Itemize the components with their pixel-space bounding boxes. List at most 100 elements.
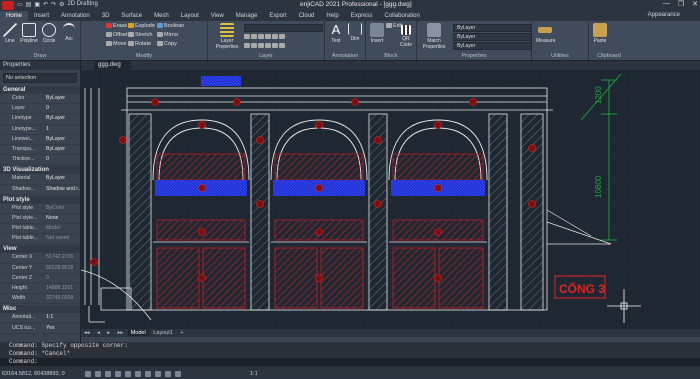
linetype-combo[interactable]: ByLayer xyxy=(453,33,532,41)
property-value[interactable]: 1:1 xyxy=(46,313,80,322)
offset-button[interactable]: Offset xyxy=(106,32,128,38)
otrack-toggle-icon[interactable] xyxy=(135,371,141,377)
tab-model[interactable]: Model xyxy=(127,330,149,336)
transparency-toggle-icon[interactable] xyxy=(155,371,161,377)
color-combo[interactable]: ByLayer xyxy=(453,24,532,32)
tab-express[interactable]: Express xyxy=(345,11,379,21)
property-value[interactable]: Not saved xyxy=(46,234,80,243)
snap-toggle-icon[interactable] xyxy=(85,371,91,377)
section-view[interactable]: View xyxy=(0,245,80,254)
osnap-toggle-icon[interactable] xyxy=(125,371,131,377)
property-row[interactable]: Annotati... 1:1 xyxy=(0,313,80,324)
workspace-gear-icon[interactable]: ⚙ xyxy=(59,1,64,8)
property-row[interactable]: Center X 51742.2726 xyxy=(0,253,80,264)
property-row[interactable]: Width 32740.0308 xyxy=(0,294,80,305)
dynamic-input-icon[interactable] xyxy=(175,371,181,377)
grid-toggle-icon[interactable] xyxy=(95,371,101,377)
command-input[interactable]: Command: xyxy=(0,358,700,366)
property-value[interactable]: ByLayer xyxy=(46,135,80,144)
arc-button[interactable]: Arc xyxy=(60,23,78,42)
property-row[interactable]: Shadow... Shadow and r... xyxy=(0,185,80,195)
tab-layout[interactable]: Layout xyxy=(175,11,205,21)
property-value[interactable]: 32740.0308 xyxy=(46,294,80,303)
property-value[interactable]: ByLayer xyxy=(46,145,80,154)
property-row[interactable]: Center Z 0 xyxy=(0,274,80,284)
ortho-toggle-icon[interactable] xyxy=(105,371,111,377)
layer-tool-icon[interactable] xyxy=(272,43,278,49)
property-value[interactable]: Shadow and r... xyxy=(46,185,80,194)
open-icon[interactable]: ▤ xyxy=(26,1,32,8)
property-value[interactable]: 14888.1161 xyxy=(46,284,80,293)
workspace-selector[interactable]: 2D Drafting xyxy=(67,1,97,8)
property-value[interactable]: Model xyxy=(46,224,80,233)
tab-help[interactable]: Help xyxy=(320,11,344,21)
layer-tool-icon[interactable] xyxy=(251,43,257,49)
property-row[interactable]: Thickne... 0 xyxy=(0,155,80,166)
section-misc[interactable]: Misc xyxy=(0,305,80,314)
section-general[interactable]: General xyxy=(0,86,80,94)
layer-properties-button[interactable]: Layer Properties xyxy=(214,23,240,50)
layer-combo[interactable] xyxy=(244,24,323,32)
dim-button[interactable]: Dim xyxy=(346,23,364,42)
document-tab[interactable]: ggg.dwg xyxy=(94,61,131,70)
polyline-button[interactable]: Polyline xyxy=(20,23,38,44)
property-row[interactable]: Plot style ByColor xyxy=(0,204,80,214)
property-value[interactable]: 51742.2726 xyxy=(46,253,80,262)
copy-button[interactable]: Copy xyxy=(157,41,177,47)
erase-button[interactable]: Erase xyxy=(106,23,127,29)
layer-tool-icon[interactable] xyxy=(272,34,278,40)
property-row[interactable]: Plot table... Not saved xyxy=(0,234,80,245)
layer-tool-icon[interactable] xyxy=(279,34,285,40)
annotation-scale[interactable]: 1:1 xyxy=(250,369,258,379)
text-button[interactable]: A Text xyxy=(327,23,345,45)
tab-cloud[interactable]: Cloud xyxy=(293,11,321,21)
insert-button[interactable]: Insert xyxy=(368,23,386,44)
qr-code-button[interactable]: QR Code xyxy=(396,23,416,48)
polar-toggle-icon[interactable] xyxy=(115,371,121,377)
redo-icon[interactable]: ↷ xyxy=(51,1,56,8)
selection-dropdown[interactable]: No selection xyxy=(3,73,77,83)
property-row[interactable]: Linetype ByLayer xyxy=(0,114,80,125)
property-value[interactable]: Yes xyxy=(46,324,80,333)
layer-tool-icon[interactable] xyxy=(251,34,257,40)
selection-cycle-icon[interactable] xyxy=(165,371,171,377)
property-value[interactable]: None xyxy=(46,214,80,223)
move-button[interactable]: Move xyxy=(106,41,126,47)
property-row[interactable]: Linetype... 1 xyxy=(0,125,80,135)
tab-3d[interactable]: 3D xyxy=(96,11,116,21)
section-3d-visualization[interactable]: 3D Visualization xyxy=(0,166,80,175)
layer-tool-icon[interactable] xyxy=(258,43,264,49)
nav-last-icon[interactable]: ▸▸ xyxy=(115,330,127,336)
tab-insert[interactable]: Insert xyxy=(28,11,55,21)
nav-prev-icon[interactable]: ◂ xyxy=(94,330,103,336)
property-value[interactable]: ByLayer xyxy=(46,174,80,183)
property-row[interactable]: Plot style... None xyxy=(0,214,80,225)
maximize-button[interactable]: ❐ xyxy=(678,0,684,8)
paste-button[interactable]: Paste xyxy=(591,23,609,44)
close-button[interactable]: ✕ xyxy=(692,0,698,8)
layer-tool-icon[interactable] xyxy=(244,43,250,49)
nav-first-icon[interactable]: ◂◂ xyxy=(81,330,93,336)
circle-button[interactable]: Circle xyxy=(40,23,58,44)
boolean-button[interactable]: Boolean xyxy=(157,23,184,29)
add-layout-icon[interactable]: + xyxy=(177,330,186,336)
property-value[interactable]: 58128.8618 xyxy=(46,264,80,273)
layer-tool-icon[interactable] xyxy=(244,34,250,40)
nav-next-icon[interactable]: ▸ xyxy=(104,330,113,336)
property-value[interactable]: 0 xyxy=(46,155,80,164)
appearance-menu[interactable]: Appearance xyxy=(648,12,680,18)
property-value[interactable]: 0 xyxy=(46,104,80,113)
lineweight-combo[interactable]: ByLayer xyxy=(453,42,532,50)
tab-surface[interactable]: Surface xyxy=(115,11,148,21)
layer-tool-icon[interactable] xyxy=(258,34,264,40)
tab-collaboration[interactable]: Collaboration xyxy=(378,11,425,21)
property-row[interactable]: Plot table... Model xyxy=(0,224,80,235)
tab-export[interactable]: Export xyxy=(263,11,292,21)
property-row[interactable]: Linewei... ByLayer xyxy=(0,135,80,145)
property-value[interactable]: ByLayer xyxy=(46,114,80,123)
layer-tool-icon[interactable] xyxy=(265,43,271,49)
line-button[interactable]: Line xyxy=(1,23,19,44)
drawing-canvas[interactable]: 1200 10800 CỔNG 3 xyxy=(81,70,700,329)
property-row[interactable]: Transpa... ByLayer xyxy=(0,145,80,156)
property-row[interactable]: Material ByLayer xyxy=(0,174,80,185)
